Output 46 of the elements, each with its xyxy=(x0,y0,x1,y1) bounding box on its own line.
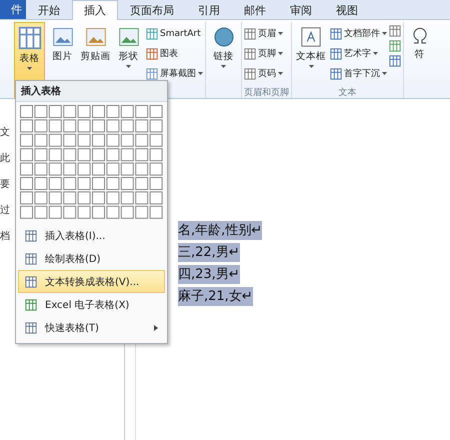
menu-item[interactable]: 快速表格(T) xyxy=(18,316,165,339)
ribbon-tab[interactable]: 审阅 xyxy=(278,0,324,19)
caret-icon xyxy=(308,65,314,68)
pane-text: 档 xyxy=(0,230,10,243)
ribbon-button[interactable]: 文档部件 xyxy=(330,25,387,42)
group-label: 文本 xyxy=(338,86,358,98)
ribbon-button[interactable]: 艺术字 xyxy=(330,45,387,62)
ribbon-tab[interactable]: 页面布局 xyxy=(118,0,186,19)
menu-title: 插入表格 xyxy=(16,81,167,102)
ribbon-tab[interactable]: 插入 xyxy=(72,0,118,20)
ribbon-button[interactable]: 屏幕截图 xyxy=(146,65,203,82)
table-icon xyxy=(18,26,42,50)
ribbon-tab[interactable]: 引用 xyxy=(186,0,232,19)
table-icon xyxy=(25,230,37,242)
menu-item[interactable]: 插入表格(I)... xyxy=(18,224,165,247)
group-label: 页眉和页脚 xyxy=(244,86,289,98)
table-icon xyxy=(25,252,37,264)
picture-icon xyxy=(118,26,140,48)
pane-text: 要 xyxy=(0,178,10,191)
picture-icon xyxy=(84,26,106,48)
table-icon xyxy=(25,298,37,310)
pane-text: 此 xyxy=(0,152,10,165)
ribbon-tab[interactable]: 开始 xyxy=(26,0,72,19)
ribbon-tab[interactable]: 视图 xyxy=(324,0,370,19)
table-grid[interactable] xyxy=(20,105,163,221)
pane-text: 文 xyxy=(0,126,10,139)
links-button[interactable]: 链接 xyxy=(208,22,239,98)
ribbon-button[interactable]: 图表 xyxy=(146,45,203,62)
ribbon-button[interactable]: 首字下沉 xyxy=(330,65,387,82)
file-tab[interactable]: 件 xyxy=(0,0,26,19)
pane-text: 过 xyxy=(0,204,10,217)
ribbon-button[interactable]: 页码 xyxy=(244,65,283,82)
ribbon-button[interactable]: SmartArt xyxy=(146,25,203,42)
menu-item[interactable]: Excel 电子表格(X) xyxy=(18,293,165,316)
menu-item[interactable]: 绘制表格(D) xyxy=(18,247,165,270)
caret-icon xyxy=(27,67,32,70)
text-box-button[interactable]: 文本框 xyxy=(294,22,328,86)
ribbon-button[interactable]: 页眉 xyxy=(244,25,283,42)
text-box-icon xyxy=(300,26,322,48)
ribbon-tab[interactable]: 邮件 xyxy=(232,0,278,19)
menu-item[interactable]: 文本转换成表格(V)... xyxy=(18,270,165,293)
symbol-button[interactable]: 符 xyxy=(404,22,435,98)
ribbon-button[interactable]: 页脚 xyxy=(244,45,283,62)
table-icon xyxy=(25,276,37,288)
picture-icon xyxy=(52,26,74,48)
table-icon xyxy=(25,322,37,334)
